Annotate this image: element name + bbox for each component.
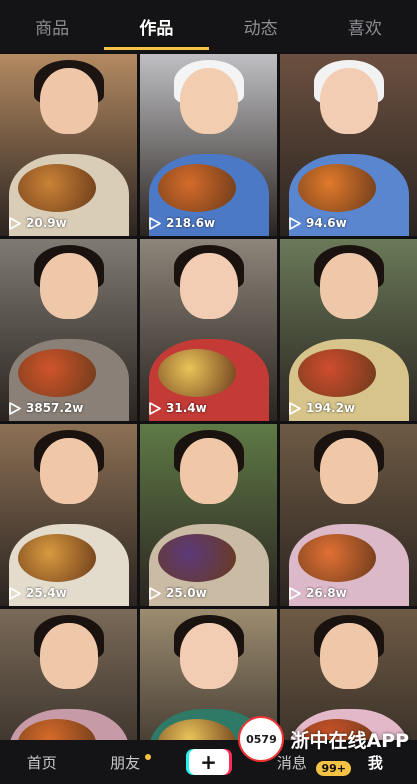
play-icon (148, 216, 161, 230)
notification-dot (144, 753, 151, 760)
nav-friends[interactable]: 朋友 (83, 752, 166, 773)
profile-tabs: 商品 作品 动态 喜欢 (0, 0, 417, 52)
tab-products-label: 商品 (35, 18, 70, 39)
video-thumbnail[interactable]: 194.2w (280, 239, 417, 421)
presenter-face (319, 438, 378, 504)
play-icon (8, 216, 21, 230)
view-count: 94.6w (288, 216, 347, 230)
food-bowl (298, 164, 376, 212)
presenter-face (319, 253, 378, 319)
view-count-label: 218.6w (166, 216, 216, 230)
watermark: 0579 浙中在线APP (238, 716, 409, 762)
view-count: 3857.2w (8, 401, 83, 415)
view-count: 194.2w (288, 401, 355, 415)
video-thumbnail[interactable]: 20.9w (0, 54, 137, 236)
tab-likes-label: 喜欢 (347, 18, 382, 39)
view-count: 25.4w (8, 586, 67, 600)
nav-friends-label: 朋友 (110, 753, 141, 772)
play-icon (288, 216, 301, 230)
play-icon (288, 401, 301, 415)
food-bowl (18, 534, 96, 582)
food-bowl (158, 349, 236, 397)
presenter-face (39, 253, 98, 319)
presenter-face (39, 623, 98, 689)
video-thumbnail[interactable] (0, 609, 137, 740)
tab-works[interactable]: 作品 (104, 0, 209, 52)
view-count-label: 25.4w (26, 586, 67, 600)
play-icon (148, 586, 161, 600)
video-thumbnail[interactable]: 26.8w (280, 424, 417, 606)
create-button[interactable]: + (188, 749, 229, 775)
view-count-label: 31.4w (166, 401, 207, 415)
view-count-label: 20.9w (26, 216, 67, 230)
view-count-label: 94.6w (306, 216, 347, 230)
presenter-face (39, 438, 98, 504)
presenter-face (179, 623, 238, 689)
video-thumbnail[interactable]: 218.6w (140, 54, 277, 236)
view-count-label: 3857.2w (26, 401, 84, 415)
video-thumbnail[interactable]: 25.4w (0, 424, 137, 606)
tab-updates[interactable]: 动态 (209, 0, 313, 52)
food-bowl (298, 349, 376, 397)
video-thumbnail[interactable]: 25.0w (140, 424, 277, 606)
food-bowl (18, 164, 96, 212)
tab-products[interactable]: 商品 (0, 0, 104, 52)
presenter-face (319, 623, 378, 689)
view-count-label: 194.2w (306, 401, 356, 415)
presenter-face (319, 68, 378, 134)
play-icon (8, 401, 21, 415)
food-bowl (298, 534, 376, 582)
view-count: 26.8w (288, 586, 347, 600)
view-count: 25.0w (148, 586, 207, 600)
food-bowl (18, 349, 96, 397)
tab-works-label: 作品 (139, 18, 174, 39)
tab-underline (104, 47, 209, 50)
video-thumbnail[interactable]: 94.6w (280, 54, 417, 236)
video-thumbnail[interactable]: 3857.2w (0, 239, 137, 421)
food-bowl (158, 534, 236, 582)
view-count-label: 26.8w (306, 586, 347, 600)
plus-icon: + (200, 750, 217, 774)
presenter-face (179, 253, 238, 319)
food-bowl (158, 164, 236, 212)
presenter-face (179, 438, 238, 504)
video-thumbnail[interactable]: 31.4w (140, 239, 277, 421)
play-icon (288, 586, 301, 600)
view-count-label: 25.0w (166, 586, 207, 600)
tab-likes[interactable]: 喜欢 (313, 0, 417, 52)
message-badge: 99+ (316, 761, 351, 776)
tab-updates-label: 动态 (243, 18, 278, 39)
presenter-face (179, 68, 238, 134)
video-grid: 20.9w 218.6w 94.6w 3857.2w 31.4w 194.2w 25.4w 2… (0, 54, 417, 740)
view-count: 218.6w (148, 216, 215, 230)
watermark-text: 浙中在线APP (290, 729, 409, 752)
nav-home[interactable]: 首页 (0, 752, 83, 773)
view-count: 31.4w (148, 401, 207, 415)
view-count: 20.9w (8, 216, 67, 230)
presenter-face (39, 68, 98, 134)
play-icon (8, 586, 21, 600)
watermark-logo-icon: 0579 (238, 716, 285, 762)
play-icon (148, 401, 161, 415)
